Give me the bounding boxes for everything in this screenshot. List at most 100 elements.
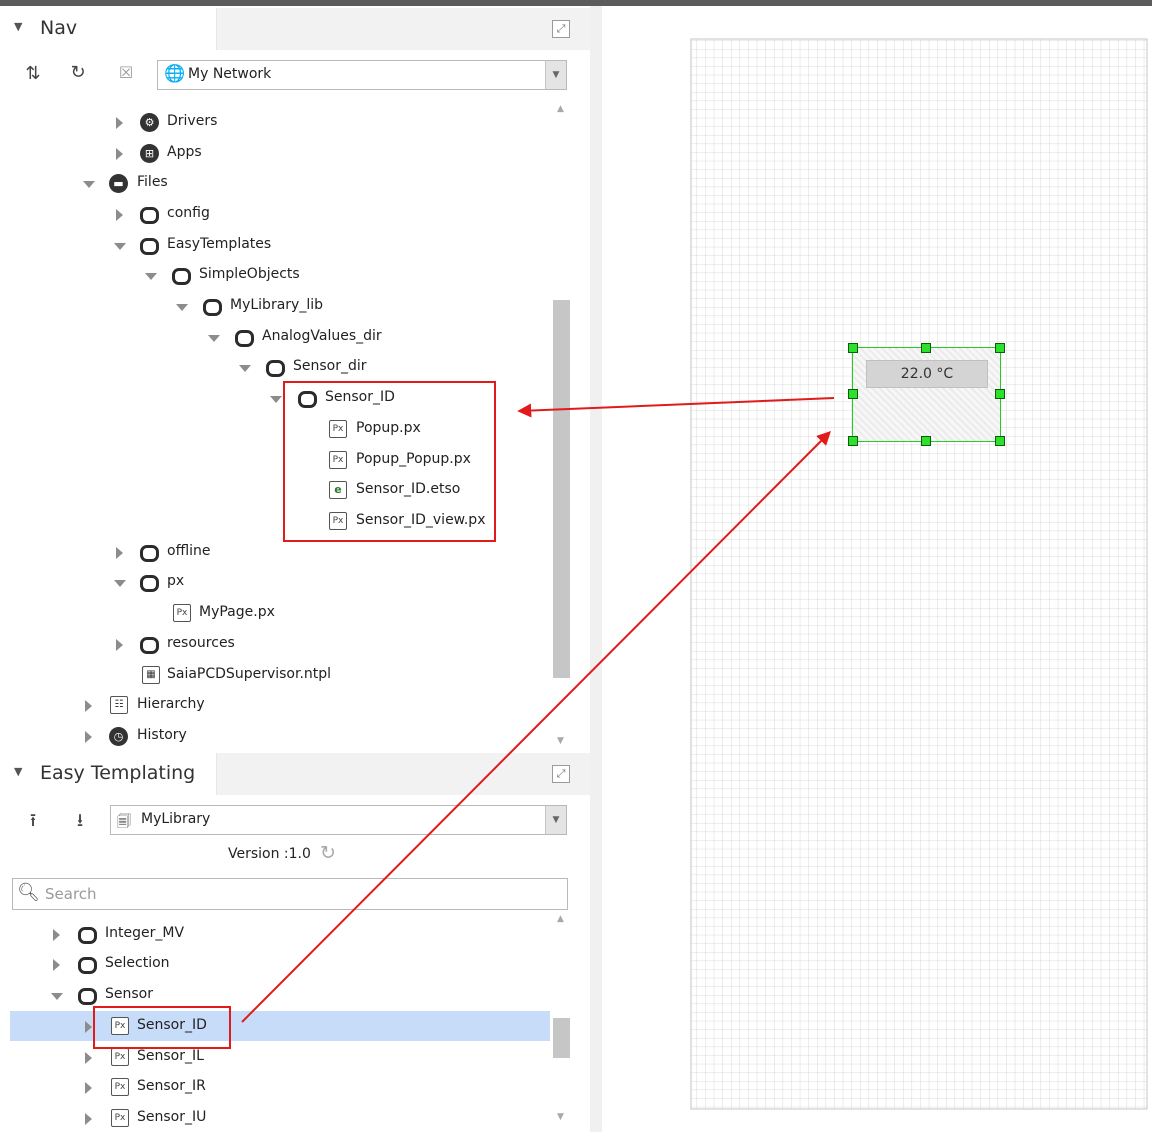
tree-row-integer-mv[interactable]: Integer_MV bbox=[10, 919, 550, 949]
expand-arrow-icon[interactable] bbox=[85, 1052, 92, 1064]
sensor-widget[interactable]: 22.0 °C bbox=[852, 347, 1001, 442]
folder-icon bbox=[266, 360, 285, 377]
tree-label: Sensor_IU bbox=[137, 1109, 207, 1125]
collapse-arrow-icon[interactable] bbox=[51, 993, 63, 1000]
px-file-icon: Px bbox=[111, 1109, 129, 1127]
expand-arrow-icon[interactable] bbox=[116, 148, 123, 160]
scroll-up-icon[interactable]: ▲ bbox=[557, 104, 564, 114]
network-combo[interactable]: 🌐 My Network ▼ bbox=[157, 60, 567, 90]
library-combo[interactable]: 🗐 MyLibrary ▼ bbox=[110, 805, 567, 835]
collapse-caret-icon[interactable]: ▼ bbox=[14, 765, 22, 778]
tree-row-saiapcdsupervisor[interactable]: ▦ SaiaPCDSupervisor.ntpl bbox=[0, 660, 550, 690]
folder-icon bbox=[140, 545, 159, 562]
tree-row-history[interactable]: ◷ History bbox=[0, 721, 550, 751]
folder-icon bbox=[140, 207, 159, 224]
tree-row-resources[interactable]: resources bbox=[0, 629, 550, 659]
folder-icon bbox=[235, 330, 254, 347]
expand-arrow-icon[interactable] bbox=[116, 547, 123, 559]
nav-scrollbar-thumb[interactable] bbox=[553, 300, 570, 678]
tree-row-hierarchy[interactable]: ☷ Hierarchy bbox=[0, 690, 550, 720]
tree-row-files[interactable]: ▬ Files bbox=[0, 168, 550, 198]
scroll-down-icon[interactable]: ▼ bbox=[557, 1112, 564, 1122]
expand-arrow-icon[interactable] bbox=[85, 700, 92, 712]
collapse-arrow-icon[interactable] bbox=[83, 181, 95, 188]
tree-label: Sensor_dir bbox=[293, 358, 367, 374]
collapse-arrow-icon[interactable] bbox=[145, 273, 157, 280]
expand-arrow-icon[interactable] bbox=[116, 639, 123, 651]
tree-row-analogvalues-dir[interactable]: AnalogValues_dir bbox=[0, 322, 550, 352]
nav-tab[interactable]: ▼ Nav bbox=[0, 8, 217, 50]
templating-title: Easy Templating bbox=[40, 762, 196, 784]
templating-tab[interactable]: ▼ Easy Templating bbox=[0, 753, 217, 795]
close-icon[interactable]: ☒ bbox=[115, 63, 137, 82]
tree-label: Sensor bbox=[105, 986, 153, 1002]
tree-row-mypage-px[interactable]: Px MyPage.px bbox=[0, 598, 550, 628]
tree-row-apps[interactable]: ⊞ Apps bbox=[0, 138, 550, 168]
apps-icon: ⊞ bbox=[140, 144, 159, 163]
tree-row-mylibrary-lib[interactable]: MyLibrary_lib bbox=[0, 291, 550, 321]
expand-arrow-icon[interactable] bbox=[85, 1113, 92, 1125]
expand-arrow-icon[interactable] bbox=[85, 1082, 92, 1094]
maximize-icon[interactable]: ⤢ bbox=[552, 765, 570, 783]
tree-row-easytemplates[interactable]: EasyTemplates bbox=[0, 230, 550, 260]
resize-handle-bottom-right[interactable] bbox=[995, 436, 1005, 446]
scroll-up-icon[interactable]: ▲ bbox=[557, 914, 564, 924]
templating-scrollbar-thumb[interactable] bbox=[553, 1018, 570, 1058]
tree-label: History bbox=[137, 727, 187, 743]
maximize-icon[interactable]: ⤢ bbox=[552, 20, 570, 38]
resize-handle-bottom[interactable] bbox=[921, 436, 931, 446]
px-editor-canvas[interactable] bbox=[602, 6, 1152, 1132]
folder-icon bbox=[78, 988, 97, 1005]
tree-row-sensor-dir[interactable]: Sensor_dir bbox=[0, 352, 550, 382]
tree-row-px[interactable]: px bbox=[0, 567, 550, 597]
templating-panel-header: ▼ Easy Templating ⤢ bbox=[0, 753, 590, 795]
highlight-box-sensor-id-template bbox=[93, 1006, 231, 1049]
scroll-down-icon[interactable]: ▼ bbox=[557, 736, 564, 746]
expand-arrow-icon[interactable] bbox=[53, 929, 60, 941]
resize-handle-top[interactable] bbox=[921, 343, 931, 353]
expand-arrow-icon[interactable] bbox=[85, 731, 92, 743]
expand-arrow-icon[interactable] bbox=[116, 209, 123, 221]
collapse-arrow-icon[interactable] bbox=[176, 304, 188, 311]
expand-arrow-icon[interactable] bbox=[85, 1021, 92, 1033]
search-box[interactable]: 🔍︎ bbox=[12, 878, 568, 910]
chevron-down-icon[interactable]: ▼ bbox=[545, 61, 566, 89]
tree-row-sensor-ir[interactable]: Px Sensor_IR bbox=[10, 1072, 550, 1102]
pane-separator[interactable] bbox=[590, 6, 602, 1132]
refresh-icon[interactable]: ↻ bbox=[67, 62, 89, 83]
tree-row-selection[interactable]: Selection bbox=[10, 949, 550, 979]
expand-arrow-icon[interactable] bbox=[116, 117, 123, 129]
refresh-icon[interactable]: ↻ bbox=[320, 842, 336, 864]
collapse-caret-icon[interactable]: ▼ bbox=[14, 20, 22, 33]
sort-icon[interactable]: ⇅ bbox=[22, 63, 44, 84]
tree-row-sensor-id-selected[interactable]: Px Sensor_ID bbox=[10, 1011, 550, 1041]
collapse-arrow-icon[interactable] bbox=[239, 365, 251, 372]
resize-handle-right[interactable] bbox=[995, 389, 1005, 399]
chevron-down-icon[interactable]: ▼ bbox=[545, 806, 566, 834]
resize-handle-top-left[interactable] bbox=[848, 343, 858, 353]
collapse-arrow-icon[interactable] bbox=[208, 335, 220, 342]
tree-row-sensor-iu[interactable]: Px Sensor_IU bbox=[10, 1103, 550, 1133]
collapse-arrow-icon[interactable] bbox=[114, 580, 126, 587]
upload-icon[interactable]: ⭱ bbox=[22, 808, 44, 838]
version-label: Version :1.0 bbox=[228, 846, 311, 862]
editor-grid bbox=[690, 38, 1148, 1110]
tree-label: Sensor_IL bbox=[137, 1048, 204, 1064]
tree-label: MyPage.px bbox=[199, 604, 275, 620]
resize-handle-left[interactable] bbox=[848, 389, 858, 399]
download-icon[interactable]: ⭳ bbox=[69, 808, 91, 838]
resize-handle-bottom-left[interactable] bbox=[848, 436, 858, 446]
network-combo-value: My Network bbox=[188, 66, 272, 82]
tree-row-sensor[interactable]: Sensor bbox=[10, 980, 550, 1010]
tree-row-sensor-il[interactable]: Px Sensor_IL bbox=[10, 1042, 550, 1072]
search-input[interactable] bbox=[43, 883, 557, 905]
tree-row-simpleobjects[interactable]: SimpleObjects bbox=[0, 260, 550, 290]
tree-row-config[interactable]: config bbox=[0, 199, 550, 229]
tree-label: offline bbox=[167, 543, 211, 559]
collapse-arrow-icon[interactable] bbox=[114, 243, 126, 250]
collapse-arrow-icon[interactable] bbox=[270, 396, 282, 403]
highlight-box-sensor-id-folder bbox=[283, 381, 496, 542]
tree-row-drivers[interactable]: ⚙ Drivers bbox=[0, 107, 550, 137]
expand-arrow-icon[interactable] bbox=[53, 959, 60, 971]
resize-handle-top-right[interactable] bbox=[995, 343, 1005, 353]
